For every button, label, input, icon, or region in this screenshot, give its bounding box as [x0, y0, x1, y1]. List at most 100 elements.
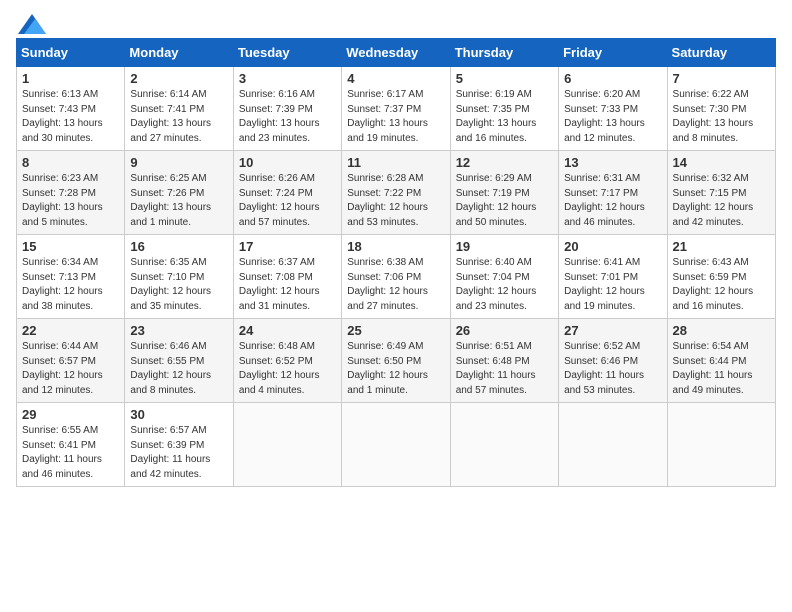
- day-number: 20: [564, 239, 661, 254]
- day-info: Sunrise: 6:26 AMSunset: 7:24 PMDaylight:…: [239, 172, 336, 230]
- calendar-cell: [559, 403, 667, 487]
- logo: [16, 16, 46, 32]
- calendar-cell: 12 Sunrise: 6:29 AMSunset: 7:19 PMDayligh…: [450, 151, 558, 235]
- day-number: 1: [22, 71, 119, 86]
- day-number: 7: [673, 71, 770, 86]
- day-number: 4: [347, 71, 444, 86]
- day-info: Sunrise: 6:57 AMSunset: 6:39 PMDaylight:…: [130, 424, 227, 482]
- calendar-cell: 26 Sunrise: 6:51 AMSunset: 6:48 PMDayligh…: [450, 319, 558, 403]
- calendar-cell: 23 Sunrise: 6:46 AMSunset: 6:55 PMDayligh…: [125, 319, 233, 403]
- calendar-cell: 27Sunrise: 6:52 AMSunset: 6:46 PMDayligh…: [559, 319, 667, 403]
- header-sunday: Sunday: [17, 39, 125, 67]
- calendar-cell: 19 Sunrise: 6:40 AMSunset: 7:04 PMDayligh…: [450, 235, 558, 319]
- calendar-cell: 5 Sunrise: 6:19 AMSunset: 7:35 PMDaylight…: [450, 67, 558, 151]
- calendar-cell: 24 Sunrise: 6:48 AMSunset: 6:52 PMDayligh…: [233, 319, 341, 403]
- day-info: Sunrise: 6:44 AMSunset: 6:57 PMDaylight:…: [22, 340, 119, 398]
- day-number: 15: [22, 239, 119, 254]
- calendar-cell: 4Sunrise: 6:17 AMSunset: 7:37 PMDaylight…: [342, 67, 450, 151]
- day-info: Sunrise: 6:51 AMSunset: 6:48 PMDaylight:…: [456, 340, 553, 398]
- day-number: 21: [673, 239, 770, 254]
- day-info: Sunrise: 6:35 AMSunset: 7:10 PMDaylight:…: [130, 256, 227, 314]
- day-info: Sunrise: 6:20 AMSunset: 7:33 PMDaylight:…: [564, 88, 661, 146]
- day-info: Sunrise: 6:25 AMSunset: 7:26 PMDaylight:…: [130, 172, 227, 230]
- calendar-cell: 22Sunrise: 6:44 AMSunset: 6:57 PMDayligh…: [17, 319, 125, 403]
- calendar-cell: [450, 403, 558, 487]
- day-info: Sunrise: 6:19 AMSunset: 7:35 PMDaylight:…: [456, 88, 553, 146]
- calendar-cell: 30 Sunrise: 6:57 AMSunset: 6:39 PMDayligh…: [125, 403, 233, 487]
- day-number: 5: [456, 71, 553, 86]
- day-info: Sunrise: 6:48 AMSunset: 6:52 PMDaylight:…: [239, 340, 336, 398]
- calendar-week-row: 29 Sunrise: 6:55 AMSunset: 6:41 PMDayligh…: [17, 403, 776, 487]
- day-number: 8: [22, 155, 119, 170]
- calendar-cell: 15 Sunrise: 6:34 AMSunset: 7:13 PMDayligh…: [17, 235, 125, 319]
- header-monday: Monday: [125, 39, 233, 67]
- day-info: Sunrise: 6:34 AMSunset: 7:13 PMDaylight:…: [22, 256, 119, 314]
- calendar-cell: 10 Sunrise: 6:26 AMSunset: 7:24 PMDayligh…: [233, 151, 341, 235]
- day-number: 9: [130, 155, 227, 170]
- day-number: 17: [239, 239, 336, 254]
- day-info: Sunrise: 6:16 AMSunset: 7:39 PMDaylight:…: [239, 88, 336, 146]
- calendar-cell: 3 Sunrise: 6:16 AMSunset: 7:39 PMDaylight…: [233, 67, 341, 151]
- calendar-cell: 21 Sunrise: 6:43 AMSunset: 6:59 PMDayligh…: [667, 235, 775, 319]
- calendar-cell: 14 Sunrise: 6:32 AMSunset: 7:15 PMDayligh…: [667, 151, 775, 235]
- header-saturday: Saturday: [667, 39, 775, 67]
- day-number: 24: [239, 323, 336, 338]
- day-number: 18: [347, 239, 444, 254]
- calendar-cell: 18 Sunrise: 6:38 AMSunset: 7:06 PMDayligh…: [342, 235, 450, 319]
- calendar-cell: [667, 403, 775, 487]
- day-number: 28: [673, 323, 770, 338]
- header-thursday: Thursday: [450, 39, 558, 67]
- day-info: Sunrise: 6:43 AMSunset: 6:59 PMDaylight:…: [673, 256, 770, 314]
- day-info: Sunrise: 6:14 AMSunset: 7:41 PMDaylight:…: [130, 88, 227, 146]
- day-number: 13: [564, 155, 661, 170]
- day-info: Sunrise: 6:38 AMSunset: 7:06 PMDaylight:…: [347, 256, 444, 314]
- calendar-cell: 17 Sunrise: 6:37 AMSunset: 7:08 PMDayligh…: [233, 235, 341, 319]
- page-header: [16, 16, 776, 32]
- calendar-cell: 16Sunrise: 6:35 AMSunset: 7:10 PMDayligh…: [125, 235, 233, 319]
- calendar-cell: 25 Sunrise: 6:49 AMSunset: 6:50 PMDayligh…: [342, 319, 450, 403]
- day-number: 25: [347, 323, 444, 338]
- day-info: Sunrise: 6:40 AMSunset: 7:04 PMDaylight:…: [456, 256, 553, 314]
- day-number: 30: [130, 407, 227, 422]
- day-info: Sunrise: 6:41 AMSunset: 7:01 PMDaylight:…: [564, 256, 661, 314]
- day-number: 12: [456, 155, 553, 170]
- day-info: Sunrise: 6:13 AMSunset: 7:43 PMDaylight:…: [22, 88, 119, 146]
- calendar-week-row: 8 Sunrise: 6:23 AMSunset: 7:28 PMDaylight…: [17, 151, 776, 235]
- day-info: Sunrise: 6:32 AMSunset: 7:15 PMDaylight:…: [673, 172, 770, 230]
- day-info: Sunrise: 6:23 AMSunset: 7:28 PMDaylight:…: [22, 172, 119, 230]
- day-number: 6: [564, 71, 661, 86]
- calendar-cell: 20 Sunrise: 6:41 AMSunset: 7:01 PMDayligh…: [559, 235, 667, 319]
- calendar-cell: 28 Sunrise: 6:54 AMSunset: 6:44 PMDayligh…: [667, 319, 775, 403]
- day-info: Sunrise: 6:29 AMSunset: 7:19 PMDaylight:…: [456, 172, 553, 230]
- day-info: Sunrise: 6:31 AMSunset: 7:17 PMDaylight:…: [564, 172, 661, 230]
- day-info: Sunrise: 6:55 AMSunset: 6:41 PMDaylight:…: [22, 424, 119, 482]
- calendar-cell: 6 Sunrise: 6:20 AMSunset: 7:33 PMDaylight…: [559, 67, 667, 151]
- day-number: 27: [564, 323, 661, 338]
- day-number: 2: [130, 71, 227, 86]
- day-number: 23: [130, 323, 227, 338]
- day-number: 14: [673, 155, 770, 170]
- day-info: Sunrise: 6:46 AMSunset: 6:55 PMDaylight:…: [130, 340, 227, 398]
- calendar-cell: [233, 403, 341, 487]
- day-number: 11: [347, 155, 444, 170]
- day-info: Sunrise: 6:54 AMSunset: 6:44 PMDaylight:…: [673, 340, 770, 398]
- day-number: 19: [456, 239, 553, 254]
- day-info: Sunrise: 6:49 AMSunset: 6:50 PMDaylight:…: [347, 340, 444, 398]
- calendar-cell: [342, 403, 450, 487]
- calendar-week-row: 1 Sunrise: 6:13 AMSunset: 7:43 PMDaylight…: [17, 67, 776, 151]
- calendar-cell: 9 Sunrise: 6:25 AMSunset: 7:26 PMDaylight…: [125, 151, 233, 235]
- calendar-week-row: 15 Sunrise: 6:34 AMSunset: 7:13 PMDayligh…: [17, 235, 776, 319]
- day-info: Sunrise: 6:28 AMSunset: 7:22 PMDaylight:…: [347, 172, 444, 230]
- day-info: Sunrise: 6:37 AMSunset: 7:08 PMDaylight:…: [239, 256, 336, 314]
- day-number: 26: [456, 323, 553, 338]
- calendar-table: SundayMondayTuesdayWednesdayThursdayFrid…: [16, 38, 776, 487]
- day-number: 3: [239, 71, 336, 86]
- day-number: 10: [239, 155, 336, 170]
- calendar-cell: 8 Sunrise: 6:23 AMSunset: 7:28 PMDaylight…: [17, 151, 125, 235]
- calendar-cell: 29 Sunrise: 6:55 AMSunset: 6:41 PMDayligh…: [17, 403, 125, 487]
- header-wednesday: Wednesday: [342, 39, 450, 67]
- day-number: 29: [22, 407, 119, 422]
- calendar-cell: 13 Sunrise: 6:31 AMSunset: 7:17 PMDayligh…: [559, 151, 667, 235]
- calendar-cell: 2 Sunrise: 6:14 AMSunset: 7:41 PMDaylight…: [125, 67, 233, 151]
- header-tuesday: Tuesday: [233, 39, 341, 67]
